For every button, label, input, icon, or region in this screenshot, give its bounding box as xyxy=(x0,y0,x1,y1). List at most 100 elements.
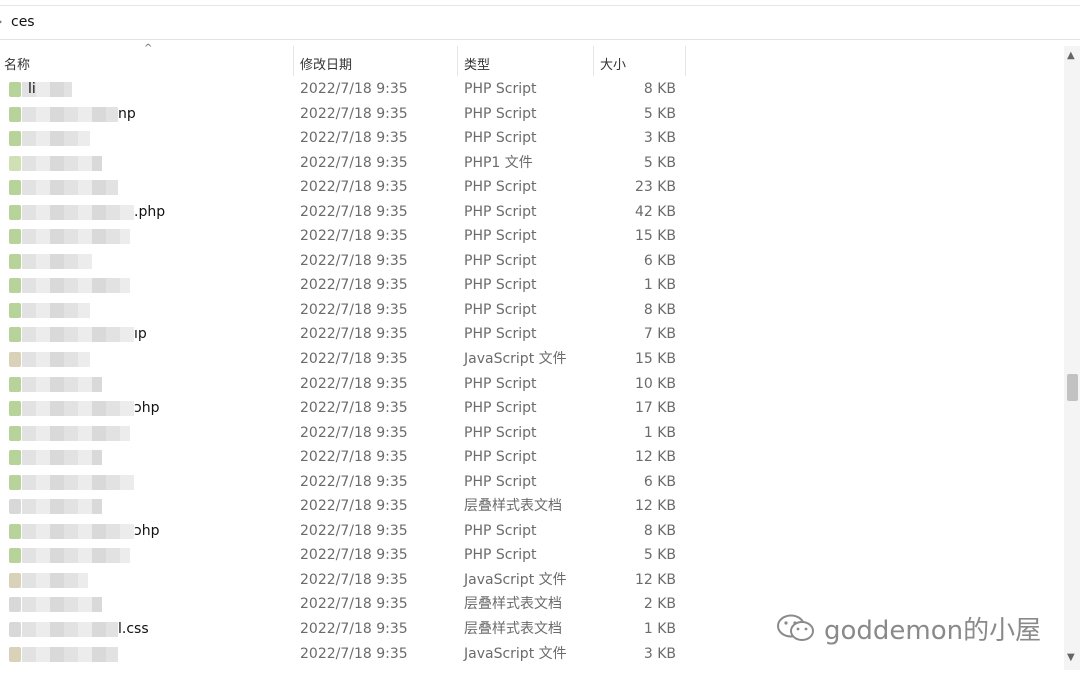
file-row[interactable]: 2022/7/18 9:35 JavaScript 文件 15 KB xyxy=(0,347,1064,372)
file-name[interactable]: li xyxy=(28,77,36,102)
file-type: JavaScript 文件 xyxy=(464,351,567,368)
column-divider[interactable] xyxy=(457,46,458,76)
address-folder[interactable]: ces xyxy=(11,14,35,30)
redacted-filename xyxy=(22,278,130,294)
vertical-scrollbar[interactable]: ▲ ▼ xyxy=(1064,46,1080,670)
file-size: 1 KB xyxy=(643,424,676,441)
redacted-filename xyxy=(22,499,102,515)
file-modified-date: 2022/7/18 9:35 xyxy=(300,522,408,539)
scroll-up-icon[interactable]: ▲ xyxy=(1067,50,1075,61)
file-row[interactable]: 2022/7/18 9:35 PHP Script 1 KB xyxy=(0,273,1064,298)
wechat-icon xyxy=(777,614,814,641)
file-name[interactable]: ɔhp xyxy=(134,519,159,544)
file-size: 8 KB xyxy=(643,81,676,97)
scroll-down-icon[interactable]: ▼ xyxy=(1067,652,1075,663)
file-type: JavaScript 文件 xyxy=(464,571,567,588)
file-row[interactable]: 2022/7/18 9:35 PHP Script 6 KB xyxy=(0,470,1064,495)
file-row[interactable]: 2022/7/18 9:35 PHP Script 15 KB xyxy=(0,224,1064,249)
file-name[interactable]: np xyxy=(118,102,136,127)
file-size: 42 KB xyxy=(634,203,676,220)
php-file-icon xyxy=(9,278,21,294)
file-modified-date: 2022/7/18 9:35 xyxy=(300,473,408,490)
column-header-date[interactable]: 修改日期 xyxy=(300,46,456,77)
file-row[interactable]: 2022/7/18 9:35 PHP Script 5 KB xyxy=(0,543,1064,568)
file-row[interactable]: ɔhp 2022/7/18 9:35 PHP Script 8 KB xyxy=(0,519,1064,544)
redacted-filename xyxy=(22,155,102,171)
redacted-filename xyxy=(22,302,90,318)
file-size: 3 KB xyxy=(643,645,676,662)
javascript-file-icon xyxy=(9,646,21,662)
javascript-file-icon xyxy=(9,572,21,588)
file-modified-date: 2022/7/18 9:35 xyxy=(300,645,408,662)
file-name[interactable]: ɔhp xyxy=(134,396,159,421)
chevron-right-icon[interactable]: › xyxy=(0,15,2,28)
file-type: PHP Script xyxy=(464,375,537,392)
file-row[interactable]: 2022/7/18 9:35 PHP Script 23 KB xyxy=(0,175,1064,200)
column-divider[interactable] xyxy=(293,46,294,76)
column-header-type[interactable]: 类型 xyxy=(464,46,592,77)
file-row[interactable]: 2022/7/18 9:35 PHP Script 10 KB xyxy=(0,372,1064,397)
column-header-size[interactable]: 大小 xyxy=(600,46,684,77)
php-file-icon xyxy=(9,106,21,122)
address-bar[interactable]: › ces xyxy=(0,6,1080,40)
file-row[interactable]: ıp 2022/7/18 9:35 PHP Script 7 KB xyxy=(0,322,1064,347)
redacted-filename xyxy=(22,646,118,662)
php-file-icon xyxy=(9,204,21,220)
file-name[interactable]: l.css xyxy=(118,617,149,642)
file-size: 2 KB xyxy=(643,596,676,613)
php-file-icon xyxy=(9,253,21,269)
column-divider[interactable] xyxy=(685,46,686,76)
scrollbar-thumb[interactable] xyxy=(1067,374,1078,401)
file-type: PHP Script xyxy=(464,326,537,343)
css-file-icon xyxy=(9,622,21,638)
file-row[interactable]: 2022/7/18 9:35 PHP Script 12 KB xyxy=(0,445,1064,470)
file-row[interactable]: ɔhp 2022/7/18 9:35 PHP Script 17 KB xyxy=(0,396,1064,421)
file-row[interactable]: np 2022/7/18 9:35 PHP Script 5 KB xyxy=(0,102,1064,127)
redacted-filename xyxy=(22,401,134,417)
php-file-icon xyxy=(9,229,21,245)
file-row[interactable]: 2022/7/18 9:35 PHP Script 8 KB xyxy=(0,298,1064,323)
file-size: 5 KB xyxy=(643,547,676,564)
file-row[interactable]: 2022/7/18 9:35 PHP Script 6 KB xyxy=(0,249,1064,274)
file-row[interactable]: 2022/7/18 9:35 JavaScript 文件 12 KB xyxy=(0,568,1064,593)
javascript-file-icon xyxy=(9,352,21,368)
file-name[interactable]: .php xyxy=(134,200,165,225)
file-modified-date: 2022/7/18 9:35 xyxy=(300,400,408,417)
file-modified-date: 2022/7/18 9:35 xyxy=(300,351,408,368)
redacted-filename xyxy=(22,523,134,539)
redacted-filename xyxy=(22,572,88,588)
file-type: PHP Script xyxy=(464,81,537,97)
redacted-filename xyxy=(22,548,130,564)
file-size: 6 KB xyxy=(643,252,676,269)
column-divider[interactable] xyxy=(593,46,594,76)
file-row[interactable]: 2022/7/18 9:35 层叠样式表文档 12 KB xyxy=(0,494,1064,519)
file-modified-date: 2022/7/18 9:35 xyxy=(300,301,408,318)
file-modified-date: 2022/7/18 9:35 xyxy=(300,571,408,588)
php-file-icon xyxy=(9,302,21,318)
column-header-name[interactable]: ^ 名称 xyxy=(4,43,292,77)
file-name[interactable]: ıp xyxy=(134,322,147,347)
redacted-filename xyxy=(22,450,102,466)
redacted-filename xyxy=(22,131,90,147)
file-row[interactable]: li 2022/7/18 9:35 PHP Script 8 KB xyxy=(0,77,1064,102)
file-size: 3 KB xyxy=(643,130,676,147)
file-list: li 2022/7/18 9:35 PHP Script 8 KB np 2022/7/1… xyxy=(0,77,1064,666)
file-modified-date: 2022/7/18 9:35 xyxy=(300,81,408,97)
file-row[interactable]: 2022/7/18 9:35 PHP Script 3 KB xyxy=(0,126,1064,151)
file-modified-date: 2022/7/18 9:35 xyxy=(300,277,408,294)
redacted-filename xyxy=(22,597,102,613)
column-header-name-label: 名称 xyxy=(4,58,31,73)
php-file-icon xyxy=(9,401,21,417)
file-row[interactable]: .php 2022/7/18 9:35 PHP Script 42 KB xyxy=(0,200,1064,225)
file-size: 7 KB xyxy=(643,326,676,343)
file-size: 17 KB xyxy=(634,400,676,417)
redacted-filename xyxy=(22,253,92,269)
file-type: PHP Script xyxy=(464,522,537,539)
file-size: 10 KB xyxy=(634,375,676,392)
redacted-filename xyxy=(22,352,90,368)
redacted-filename xyxy=(22,204,134,220)
file-type: PHP Script xyxy=(464,301,537,318)
file-row[interactable]: 2022/7/18 9:35 PHP Script 1 KB xyxy=(0,421,1064,446)
file-row[interactable]: 2022/7/18 9:35 PHP1 文件 5 KB xyxy=(0,151,1064,176)
file-size: 15 KB xyxy=(634,228,676,245)
